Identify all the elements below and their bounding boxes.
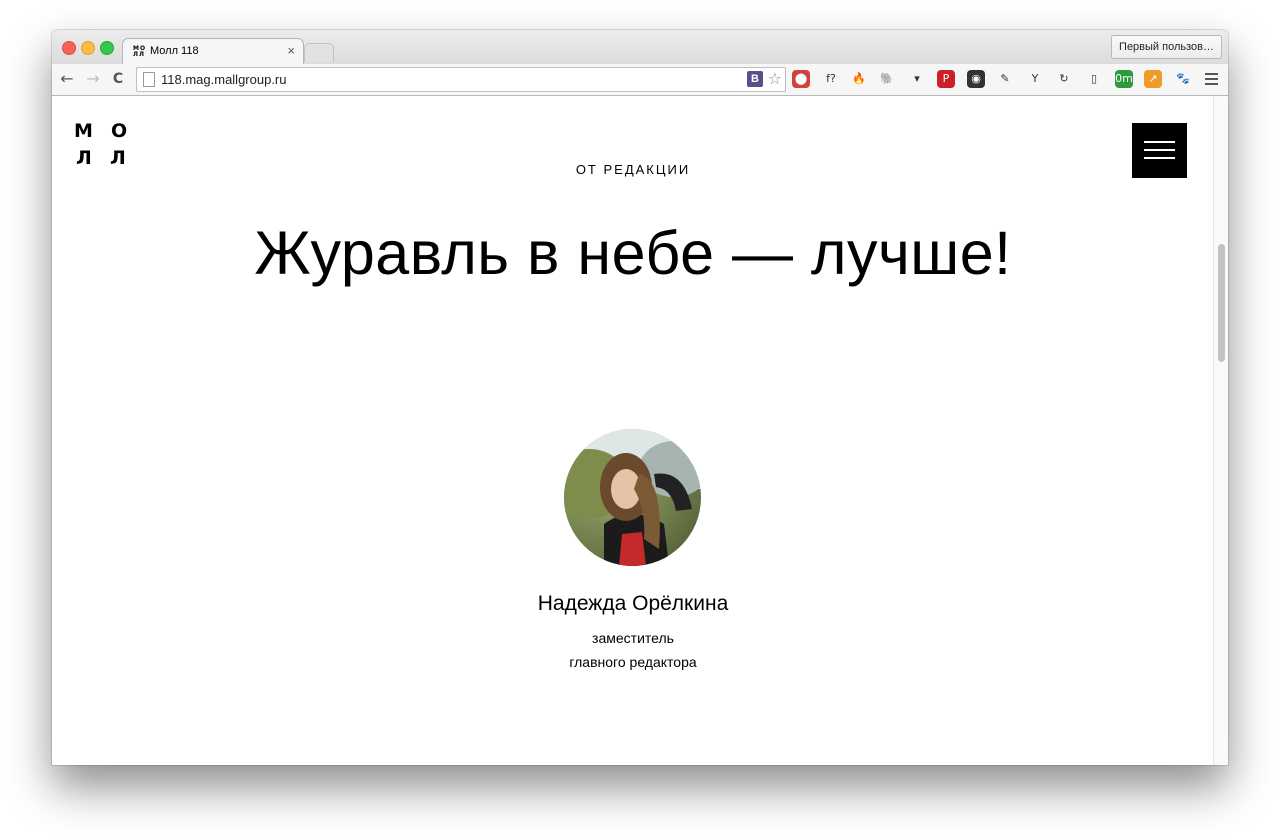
article-headline: Журавль в небе — лучше! (254, 219, 1012, 287)
sync-icon[interactable]: ↻ (1055, 70, 1073, 88)
tab-strip: МО ЛЛ Молл 118 × Первый пользов… (52, 30, 1228, 65)
tab-close-icon[interactable]: × (287, 43, 295, 58)
yandex-icon[interactable]: Y (1026, 70, 1044, 88)
bootstrap-extension-icon[interactable]: B (747, 71, 763, 87)
tab-title: Молл 118 (150, 45, 199, 57)
browser-window: МО ЛЛ Молл 118 × Первый пользов… ← → C 1… (52, 30, 1228, 765)
eyedropper-icon[interactable]: ✎ (996, 70, 1014, 88)
browser-toolbar: ← → C 118.mag.mallgroup.ru B ☆ ⬤ f? 🔥 🐘 ▾ P ◉ ✎… (52, 64, 1228, 96)
author-role-line: заместитель (592, 630, 674, 646)
reader-icon[interactable]: ▯ (1085, 70, 1103, 88)
minimize-window-button[interactable] (81, 41, 95, 55)
moll-favicon-icon: МО ЛЛ (133, 45, 147, 58)
pocket-icon[interactable]: ▾ (908, 70, 926, 88)
author-role: заместитель главного редактора (52, 626, 1214, 674)
paw-icon[interactable]: 🐾 (1174, 70, 1192, 88)
back-arrow-icon[interactable]: ← (58, 69, 76, 89)
logo-letter: О (111, 120, 128, 142)
pinterest-icon[interactable]: P (937, 70, 955, 88)
scrollbar-thumb[interactable] (1218, 244, 1225, 362)
author-name: Надежда Орёлкина (537, 592, 729, 615)
forward-arrow-icon[interactable]: → (84, 69, 102, 89)
page-scrollbar[interactable] (1213, 96, 1228, 765)
url-text[interactable]: 118.mag.mallgroup.ru (161, 72, 287, 87)
page-content: М О Л Л ОТ РЕДАКЦИИ Журавль в небе — луч… (52, 96, 1228, 765)
author-photo-icon (564, 429, 701, 566)
close-window-button[interactable] (62, 41, 76, 55)
reload-icon[interactable]: C (109, 69, 127, 89)
fire-icon[interactable]: 🔥 (850, 70, 868, 88)
adblock-icon[interactable]: ⬤ (792, 70, 810, 88)
formula-icon[interactable]: f? (822, 70, 840, 88)
camera-icon[interactable]: ◉ (967, 70, 985, 88)
author-avatar (564, 429, 701, 566)
tab-moll[interactable]: МО ЛЛ Молл 118 × (122, 38, 304, 65)
zoom-window-button[interactable] (100, 41, 114, 55)
bookmark-star-icon[interactable]: ☆ (768, 69, 782, 88)
new-tab-button[interactable] (304, 43, 334, 62)
evernote-icon[interactable]: 🐘 (878, 70, 896, 88)
profile-button[interactable]: Первый пользов… (1111, 35, 1222, 59)
address-bar[interactable]: 118.mag.mallgroup.ru B ☆ (136, 67, 786, 92)
page-icon (143, 72, 155, 87)
section-label[interactable]: ОТ РЕДАКЦИИ (52, 162, 1214, 177)
author-role-line: главного редактора (569, 654, 697, 670)
chart-icon[interactable]: ↗ (1144, 70, 1162, 88)
timer-icon[interactable]: 0m (1115, 70, 1133, 88)
chrome-menu-icon[interactable] (1205, 73, 1218, 85)
logo-letter: М (74, 120, 93, 142)
